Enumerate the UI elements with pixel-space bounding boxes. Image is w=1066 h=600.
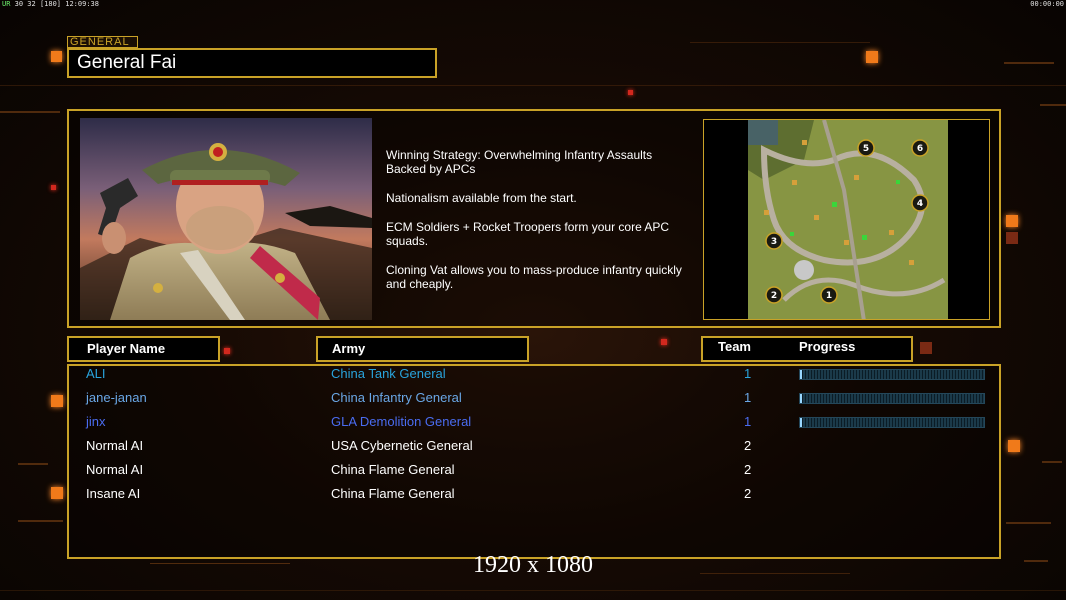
column-header-progress: Progress: [799, 339, 856, 354]
bg-line: [18, 520, 63, 522]
column-header-team-progress: Team Progress: [701, 336, 913, 362]
bg-square: [1006, 232, 1018, 244]
bg-square: [51, 395, 63, 407]
start-position-marker: 1: [820, 286, 838, 304]
hud-prefix: UR: [2, 0, 11, 8]
bg-line: [0, 111, 60, 113]
strategy-text: Winning Strategy: Overwhelming Infantry …: [386, 148, 706, 306]
bg-square: [661, 339, 667, 345]
progress-fill: [800, 370, 802, 379]
strategy-line: ECM Soldiers + Rocket Troopers form your…: [386, 220, 670, 248]
bg-line: [690, 42, 870, 43]
start-position-label: 2: [771, 291, 777, 301]
start-position-label: 5: [863, 144, 869, 154]
resolution-overlay: 1920 x 1080: [473, 552, 593, 578]
progress-bar: [799, 393, 985, 404]
bg-line: [1042, 461, 1062, 463]
bg-line: [1004, 62, 1054, 64]
bg-line: [1040, 104, 1066, 106]
hud-fps-readout: UR 30 32 [180] 12:09:38: [2, 0, 99, 8]
bg-square: [224, 348, 230, 354]
hud-fps: 30 32: [14, 0, 36, 8]
column-header-army: Army: [316, 336, 529, 362]
army-name: GLA Demolition General: [331, 414, 472, 429]
hud-clock: 12:09:38: [65, 0, 99, 8]
start-position-label: 3: [771, 237, 777, 247]
team-number: 1: [744, 366, 752, 381]
start-position-label: 1: [826, 291, 832, 301]
strategy-line: Nationalism available from the start.: [386, 191, 577, 205]
army-name: China Tank General: [331, 366, 446, 381]
general-portrait: [80, 118, 372, 320]
bg-square: [866, 51, 878, 63]
hud-timer: 00:00:00: [1030, 0, 1064, 8]
strategy-line: Cloning Vat allows you to mass-produce i…: [386, 263, 682, 291]
bg-square: [920, 342, 932, 354]
player-name: Normal AI: [86, 462, 144, 477]
start-position-marker: 6: [911, 139, 929, 157]
army-name: China Infantry General: [331, 390, 462, 405]
start-position-marker: 5: [857, 139, 875, 157]
map-preview: 1 2 3 4 5 6: [703, 119, 990, 320]
bg-line: [0, 85, 1066, 86]
start-position-label: 4: [917, 199, 923, 209]
army-name: China Flame General: [331, 486, 455, 501]
strategy-line: Winning Strategy: Overwhelming Infantry …: [386, 148, 653, 176]
army-name: China Flame General: [331, 462, 455, 477]
column-header-player: Player Name: [67, 336, 220, 362]
bg-line: [18, 463, 48, 465]
bg-square: [1008, 440, 1020, 452]
team-number: 2: [744, 486, 752, 501]
team-number: 2: [744, 462, 752, 477]
hud-bracket: [180]: [39, 0, 62, 8]
team-number: 1: [744, 390, 752, 405]
bg-square: [1006, 215, 1018, 227]
team-number: 1: [744, 414, 752, 429]
player-name: ALI: [86, 366, 106, 381]
bg-square: [51, 185, 56, 190]
progress-fill: [800, 394, 802, 403]
start-position-label: 6: [917, 144, 923, 154]
general-tag: GENERAL: [67, 36, 138, 48]
player-name: jane-janan: [86, 390, 147, 405]
general-name: General Fai: [67, 48, 437, 78]
player-name: Normal AI: [86, 438, 144, 453]
player-name: Insane AI: [86, 486, 141, 501]
progress-bar: [799, 369, 985, 380]
column-header-team: Team: [718, 339, 751, 354]
team-number: 2: [744, 438, 752, 453]
start-position-marker: 3: [765, 232, 783, 250]
player-name: jinx: [86, 414, 106, 429]
army-name: USA Cybernetic General: [331, 438, 473, 453]
start-position-marker: 2: [765, 286, 783, 304]
bg-square: [51, 51, 62, 62]
bg-square: [51, 487, 63, 499]
map-image: 1 2 3 4 5 6: [748, 120, 948, 319]
bg-square: [628, 90, 633, 95]
start-position-marker: 4: [911, 194, 929, 212]
portrait-image: [80, 118, 372, 320]
progress-fill: [800, 418, 802, 427]
bg-line: [0, 590, 1066, 591]
bg-line: [1006, 522, 1051, 524]
progress-bar: [799, 417, 985, 428]
